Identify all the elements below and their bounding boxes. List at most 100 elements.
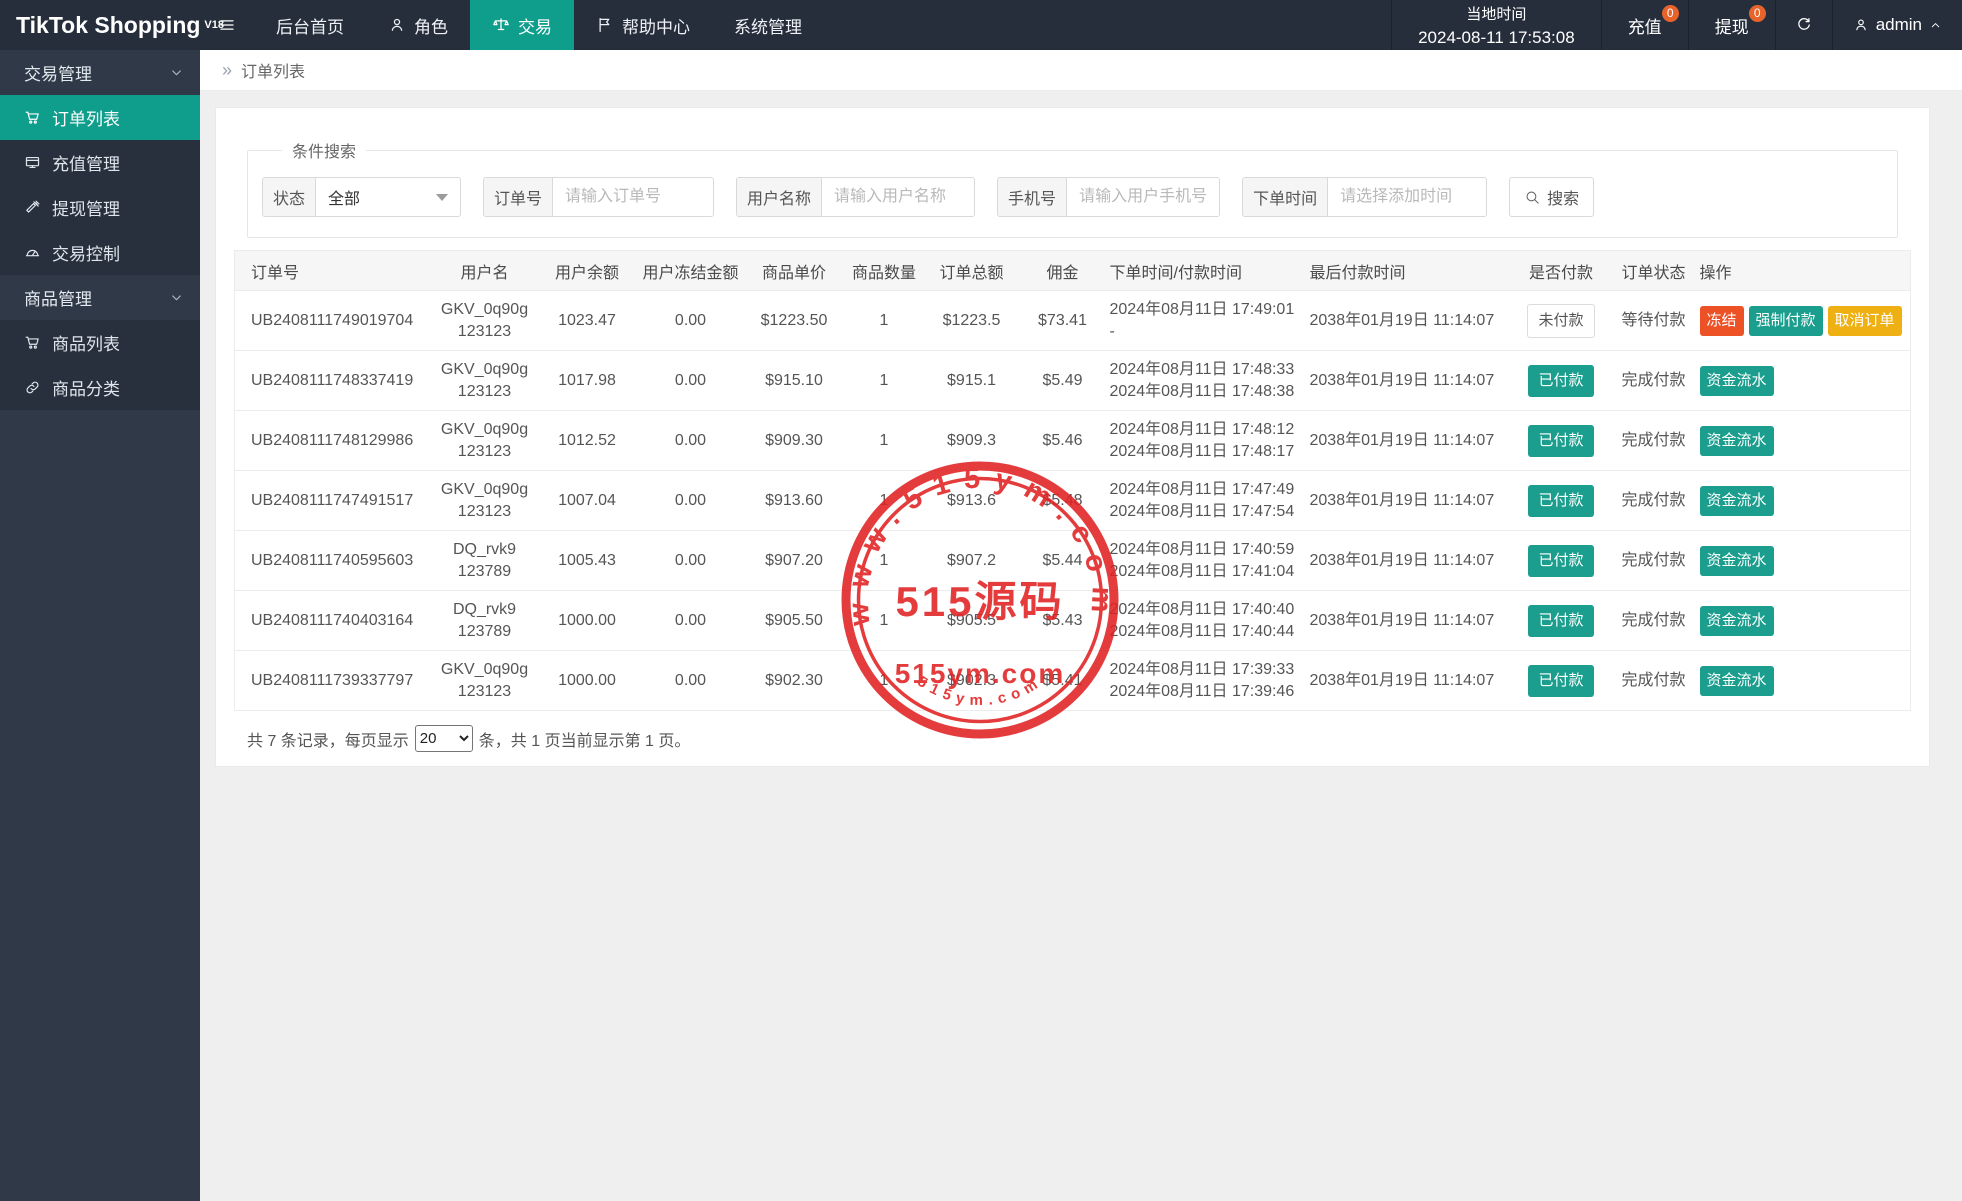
orders-panel: 条件搜索 状态 全部 订单号 用户名称 <box>215 107 1930 767</box>
col-quantity: 商品数量 <box>842 251 927 291</box>
cell-commission: $5.46 <box>1017 411 1109 471</box>
cell-balance: 1023.47 <box>540 291 635 351</box>
cell-last-pay-time: 2038年01月19日 11:14:07 <box>1309 591 1514 651</box>
pay-status-badge: 已付款 <box>1528 605 1593 637</box>
gauge-icon <box>24 244 41 261</box>
nav-item-roles[interactable]: 角色 <box>366 0 470 50</box>
action-button-fund-flow[interactable]: 资金流水 <box>1700 426 1774 456</box>
col-pay-status: 是否付款 <box>1514 251 1609 291</box>
nav-item-trade[interactable]: 交易 <box>470 0 574 50</box>
nav-item-dashboard[interactable]: 后台首页 <box>254 0 366 50</box>
page-size-select[interactable]: 20 <box>415 725 473 752</box>
app-logo-text: TikTok Shopping <box>16 12 200 39</box>
table-row: UB2408111740403164 DQ_rvk9 123789 1000.0… <box>235 591 1911 651</box>
cell-last-pay-time: 2038年01月19日 11:14:07 <box>1309 531 1514 591</box>
admin-menu[interactable]: admin <box>1833 0 1962 50</box>
status-select[interactable]: 全部 <box>316 178 460 216</box>
chevron-down-icon <box>169 65 184 80</box>
action-button-cancel-order[interactable]: 取消订单 <box>1828 306 1902 336</box>
cell-pay-status: 已付款 <box>1514 351 1609 411</box>
cell-quantity: 1 <box>842 351 927 411</box>
cell-order-status: 完成付款 <box>1609 651 1699 711</box>
user-icon <box>388 16 406 34</box>
refresh-icon <box>1795 16 1813 34</box>
col-unit-price: 商品单价 <box>747 251 842 291</box>
cell-unit-price: $902.30 <box>747 651 842 711</box>
action-button-force-pay[interactable]: 强制付款 <box>1749 306 1823 336</box>
caret-down-icon <box>436 194 448 201</box>
cell-order-status: 完成付款 <box>1609 411 1699 471</box>
cell-balance: 1000.00 <box>540 651 635 711</box>
col-order-id: 订单号 <box>235 251 430 291</box>
action-button-fund-flow[interactable]: 资金流水 <box>1700 606 1774 636</box>
cell-balance: 1005.43 <box>540 531 635 591</box>
cell-order-id: UB2408111749019704 <box>235 291 430 351</box>
withdraw-button[interactable]: 提现 0 <box>1689 0 1776 50</box>
cell-order-time: 2024年08月11日 17:47:49 2024年08月11日 17:47:5… <box>1109 471 1309 531</box>
action-button-freeze[interactable]: 冻结 <box>1700 306 1744 336</box>
order-no-input[interactable] <box>553 178 713 216</box>
chevron-down-icon <box>169 290 184 305</box>
order-time-input[interactable] <box>1328 178 1486 216</box>
cell-unit-price: $907.20 <box>747 531 842 591</box>
actions-cell: 资金流水 <box>1699 591 1911 651</box>
nav-item-system[interactable]: 系统管理 <box>712 0 824 50</box>
table-row: UB2408111739337797 GKV_0q90g 123123 1000… <box>235 651 1911 711</box>
cell-last-pay-time: 2038年01月19日 11:14:07 <box>1309 291 1514 351</box>
col-commission: 佣金 <box>1017 251 1109 291</box>
orders-table: 订单号 用户名 用户余额 用户冻结金额 商品单价 商品数量 订单总额 佣金 下单… <box>234 250 1911 711</box>
pay-status-badge: 已付款 <box>1528 365 1593 397</box>
cell-last-pay-time: 2038年01月19日 11:14:07 <box>1309 471 1514 531</box>
recharge-button[interactable]: 充值 0 <box>1602 0 1689 50</box>
cell-unit-price: $1223.50 <box>747 291 842 351</box>
cell-order-time: 2024年08月11日 17:48:12 2024年08月11日 17:48:1… <box>1109 411 1309 471</box>
sidebar-toggle-button[interactable] <box>200 0 254 50</box>
cell-order-time: 2024年08月11日 17:40:40 2024年08月11日 17:40:4… <box>1109 591 1309 651</box>
col-total: 订单总额 <box>927 251 1017 291</box>
nav-item-help-center[interactable]: 帮助中心 <box>574 0 712 50</box>
actions-cell: 冻结强制付款取消订单 <box>1699 291 1911 351</box>
cell-order-status: 完成付款 <box>1609 591 1699 651</box>
cell-total: $907.2 <box>927 531 1017 591</box>
action-button-fund-flow[interactable]: 资金流水 <box>1700 546 1774 576</box>
cell-unit-price: $913.60 <box>747 471 842 531</box>
search-legend: 条件搜索 <box>282 138 366 162</box>
table-row: UB2408111748129986 GKV_0q90g 123123 1012… <box>235 411 1911 471</box>
cell-order-status: 完成付款 <box>1609 351 1699 411</box>
scales-icon <box>492 16 510 34</box>
sidebar-item-goods-list[interactable]: 商品列表 <box>0 320 200 365</box>
sidebar-item-goods-category[interactable]: 商品分类 <box>0 365 200 410</box>
cell-balance: 1000.00 <box>540 591 635 651</box>
cell-pay-status: 已付款 <box>1514 531 1609 591</box>
username-input[interactable] <box>822 178 974 216</box>
cell-last-pay-time: 2038年01月19日 11:14:07 <box>1309 651 1514 711</box>
search-button[interactable]: 搜索 <box>1509 177 1594 217</box>
sidebar-group-trade[interactable]: 交易管理 <box>0 50 200 95</box>
cell-frozen: 0.00 <box>635 291 747 351</box>
action-button-fund-flow[interactable]: 资金流水 <box>1700 486 1774 516</box>
sidebar-item-order-list[interactable]: 订单列表 <box>0 95 200 140</box>
cell-username: GKV_0q90g 123123 <box>430 351 540 411</box>
sidebar-item-trade-control[interactable]: 交易控制 <box>0 230 200 275</box>
top-navbar: TikTok Shopping V18 后台首页 角色 交易 帮助中心 系统管理 <box>0 0 1962 50</box>
sidebar: 交易管理 订单列表 充值管理 提现管理 交易控制 商品管理 <box>0 50 200 1201</box>
breadcrumb-label: 订单列表 <box>241 58 305 82</box>
refresh-button[interactable] <box>1776 0 1833 50</box>
gavel-icon <box>24 199 41 216</box>
sidebar-item-withdraw-mgmt[interactable]: 提现管理 <box>0 185 200 230</box>
local-time-block: 当地时间 2024-08-11 17:53:08 <box>1391 0 1602 50</box>
cell-last-pay-time: 2038年01月19日 11:14:07 <box>1309 411 1514 471</box>
cell-username: GKV_0q90g 123123 <box>430 651 540 711</box>
card-icon <box>24 154 41 171</box>
cell-balance: 1012.52 <box>540 411 635 471</box>
action-button-fund-flow[interactable]: 资金流水 <box>1700 366 1774 396</box>
action-button-fund-flow[interactable]: 资金流水 <box>1700 666 1774 696</box>
username-filter: 用户名称 <box>736 177 975 217</box>
sidebar-submenu-trade: 订单列表 充值管理 提现管理 交易控制 <box>0 95 200 275</box>
search-fieldset: 条件搜索 状态 全部 订单号 用户名称 <box>247 138 1898 238</box>
sidebar-group-goods[interactable]: 商品管理 <box>0 275 200 320</box>
orders-tbody: UB2408111749019704 GKV_0q90g 123123 1023… <box>235 291 1911 711</box>
phone-input[interactable] <box>1067 178 1219 216</box>
actions-cell: 资金流水 <box>1699 531 1911 591</box>
sidebar-item-recharge-mgmt[interactable]: 充值管理 <box>0 140 200 185</box>
